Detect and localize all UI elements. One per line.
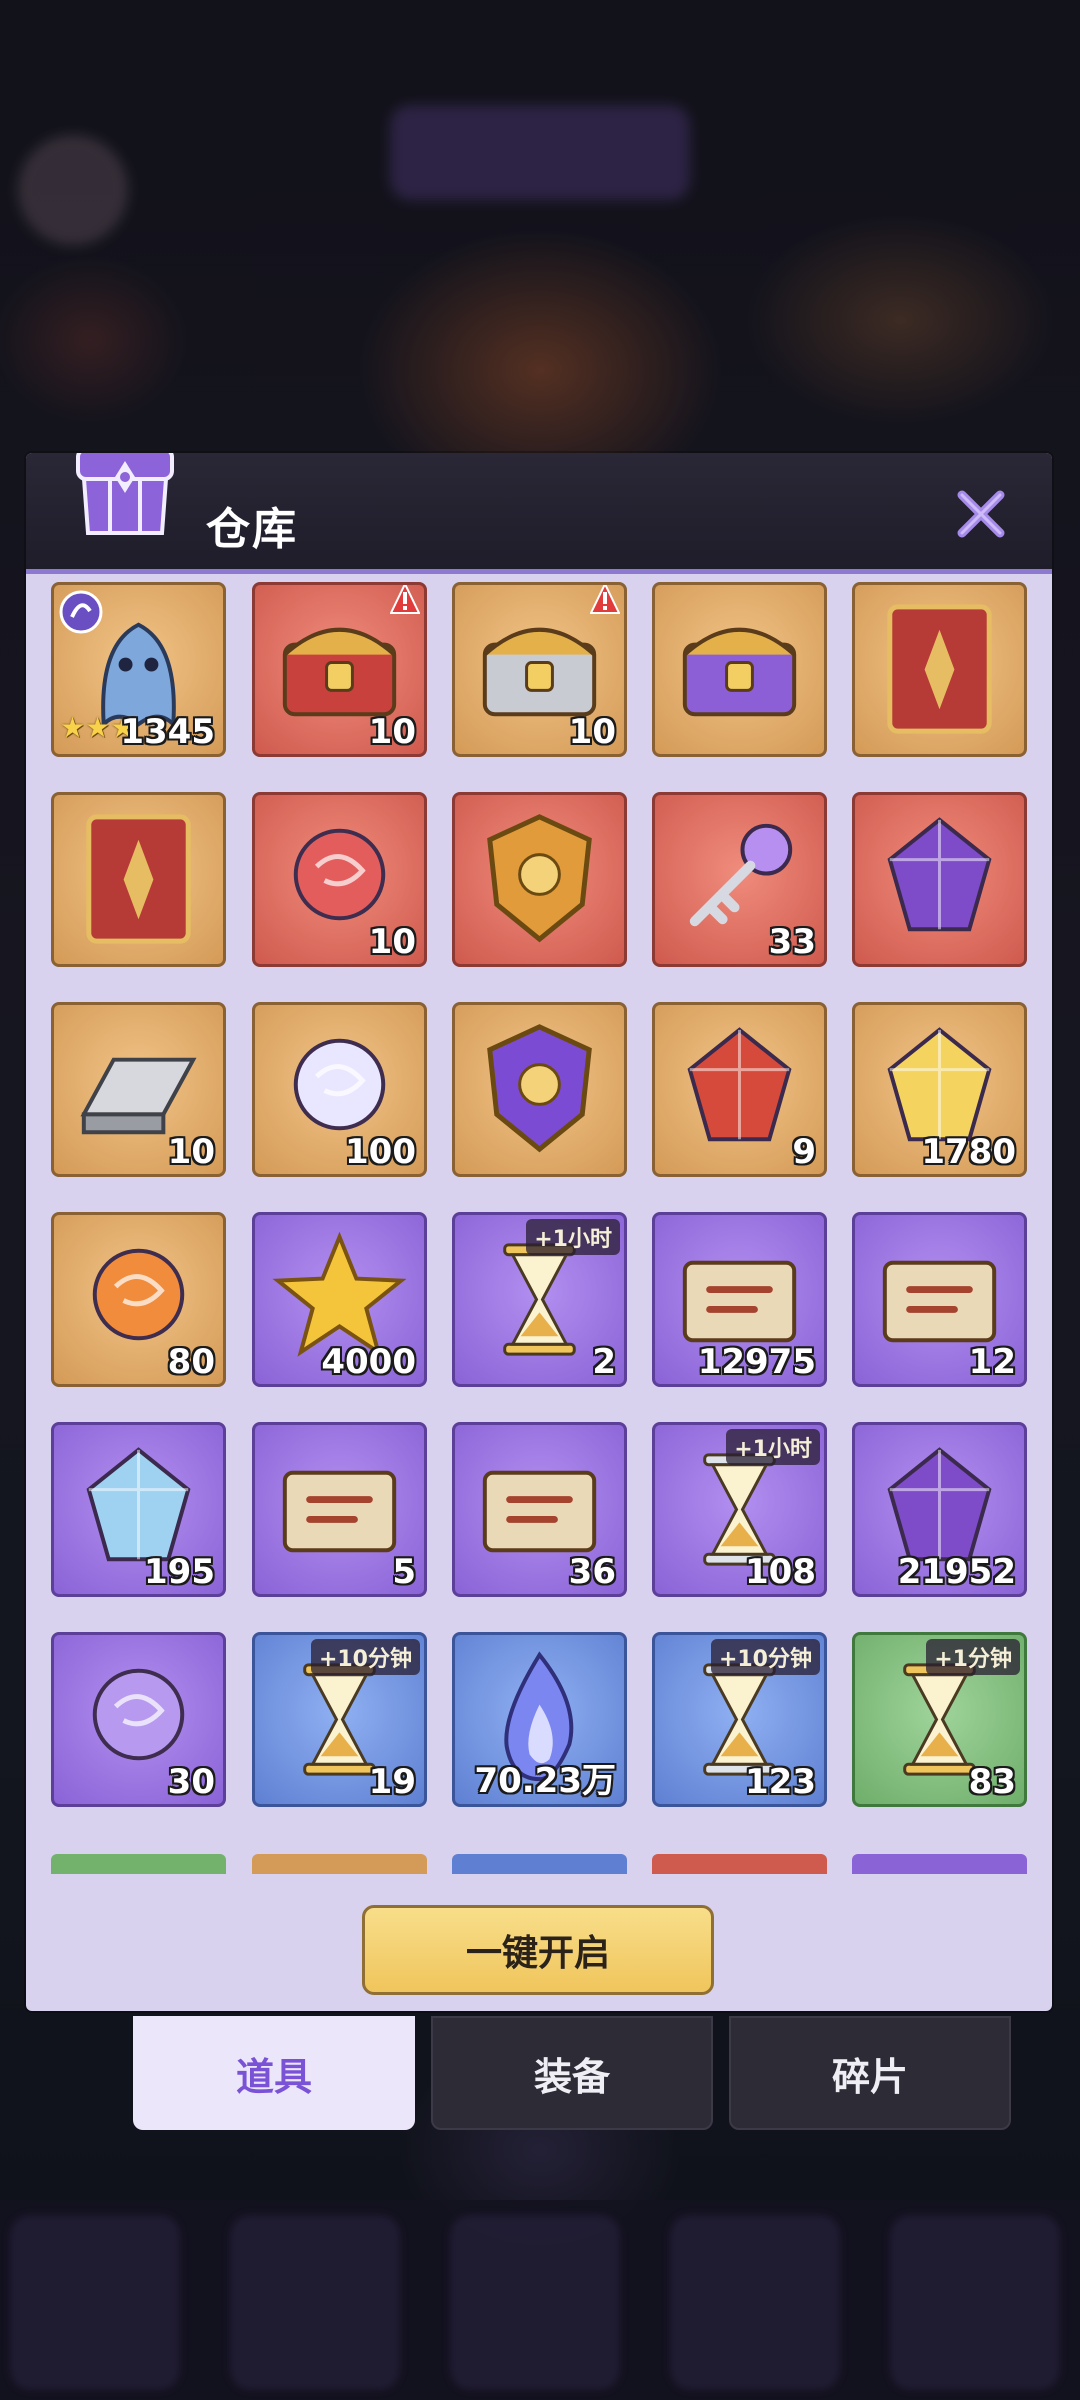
inventory-slot-partial[interactable] (452, 1854, 627, 1874)
exclamation-badge-icon (389, 585, 421, 617)
pet-type-badge-icon (58, 589, 104, 635)
item-quantity: 12 (968, 1342, 1016, 1382)
inventory-slot-partial[interactable] (252, 1854, 427, 1874)
item-quantity: 4000 (321, 1342, 416, 1382)
inventory-slot-ice-crystal[interactable]: 195 (51, 1422, 226, 1597)
item-grid[interactable]: ★★★ 1345 10 10 10 33 10 100 9 1780 80 40… (26, 574, 1052, 1874)
item-quantity: 100 (345, 1132, 416, 1172)
item-quantity: 5 (392, 1552, 416, 1592)
inventory-slot-gold-shield-emblem[interactable] (452, 792, 627, 967)
inventory-slot-gold-hourglass-1h[interactable]: +1小时 2 (452, 1212, 627, 1387)
inventory-slot-partial[interactable] (51, 1854, 226, 1874)
warehouse-panel: 仓库 ★★★ 1345 10 10 10 33 10 100 9 1780 80… (26, 453, 1052, 2011)
inventory-slot-silver-hourglass-10m[interactable]: +10分钟 123 (652, 1632, 827, 1807)
inventory-slot-rainbow-gem[interactable]: 1780 (852, 1002, 1027, 1177)
close-icon (957, 490, 1005, 538)
panel-header: 仓库 (26, 453, 1052, 574)
time-bonus-tag: +10分钟 (710, 1639, 820, 1675)
red-card-pack-timed-icon (887, 604, 992, 734)
galaxy-crystal-frame-icon (887, 817, 992, 932)
inventory-slot-partial[interactable] (852, 1854, 1027, 1874)
open-all-button[interactable]: 一键开启 (362, 1905, 714, 1995)
inventory-slot-gold-star[interactable]: 4000 (252, 1212, 427, 1387)
item-quantity: 70.23万 (474, 1761, 616, 1801)
item-quantity: 10 (368, 922, 416, 962)
exclamation-badge-icon (589, 585, 621, 617)
inventory-slot-red-card-pack-timed[interactable] (852, 582, 1027, 757)
inventory-slot-pearl-orb[interactable]: 100 (252, 1002, 427, 1177)
close-button[interactable] (946, 479, 1016, 549)
inventory-slot-silver-ingot[interactable]: 10 (51, 1002, 226, 1177)
item-quantity: 108 (745, 1552, 816, 1592)
time-bonus-tag: +10分钟 (310, 1639, 420, 1675)
inventory-slot-red-treasure-chest[interactable]: 10 (252, 582, 427, 757)
inventory-slot-paper-scroll[interactable]: 12 (852, 1212, 1027, 1387)
inventory-slot-gold-hourglass-10m[interactable]: +10分钟 19 (252, 1632, 427, 1807)
inventory-slot-silver-hourglass-1h[interactable]: +1小时 108 (652, 1422, 827, 1597)
inventory-slot-purple-swirl-orb[interactable]: 30 (51, 1632, 226, 1807)
time-bonus-tag: +1小时 (526, 1219, 620, 1255)
inventory-slot-blue-flame[interactable]: 70.23万 (452, 1632, 627, 1807)
inventory-slot-purple-eye-medallion[interactable] (452, 1002, 627, 1177)
inventory-slot-purple-rune-stone[interactable]: 21952 (852, 1422, 1027, 1597)
inventory-slot-purple-key[interactable]: 33 (652, 792, 827, 967)
tab-fragments[interactable]: 碎片 (729, 2016, 1011, 2130)
warehouse-chest-icon (70, 453, 180, 545)
item-quantity: 83 (968, 1762, 1016, 1802)
inventory-slot-sword-scroll[interactable]: 36 (452, 1422, 627, 1597)
inventory-slot-map-scroll[interactable]: 12975 (652, 1212, 827, 1387)
red-card-pack-timed-2-icon (86, 814, 191, 944)
item-quantity: 10 (568, 712, 616, 752)
inventory-slot-galaxy-crystal-frame[interactable] (852, 792, 1027, 967)
item-quantity: 33 (768, 922, 816, 962)
item-quantity: 9 (792, 1132, 816, 1172)
inventory-slot-gold-hourglass-1m[interactable]: +1分钟 83 (852, 1632, 1027, 1807)
inventory-slot-ticket[interactable]: 5 (252, 1422, 427, 1597)
panel-title: 仓库 (206, 504, 298, 555)
item-quantity: 1345 (120, 712, 215, 752)
item-quantity: 80 (167, 1342, 215, 1382)
inventory-slot-fire-orb[interactable]: 80 (51, 1212, 226, 1387)
item-quantity: 195 (144, 1552, 215, 1592)
item-quantity: 21952 (897, 1552, 1016, 1592)
inventory-slot-ghost-pet[interactable]: ★★★ 1345 (51, 582, 226, 757)
inventory-slot-silver-treasure-chest[interactable]: 10 (452, 582, 627, 757)
inventory-slot-partial[interactable] (652, 1854, 827, 1874)
item-quantity: 19 (368, 1762, 416, 1802)
tab-items[interactable]: 道具 (133, 2016, 415, 2130)
item-quantity: 36 (568, 1552, 616, 1592)
item-quantity: 30 (167, 1762, 215, 1802)
gold-shield-emblem-icon (487, 814, 592, 943)
purple-eye-medallion-icon (487, 1024, 592, 1153)
inventory-slot-purple-crest-chest[interactable] (652, 582, 827, 757)
time-bonus-tag: +1小时 (726, 1429, 820, 1465)
inventory-slot-red-card-pack-timed-2[interactable] (51, 792, 226, 967)
item-quantity: 12975 (697, 1342, 816, 1382)
item-quantity: 10 (167, 1132, 215, 1172)
item-quantity: 2 (592, 1342, 616, 1382)
inventory-slot-red-swirl-orb[interactable]: 10 (252, 792, 427, 967)
time-bonus-tag: +1分钟 (926, 1639, 1020, 1675)
item-quantity: 10 (368, 712, 416, 752)
inventory-slot-red-gem-crown[interactable]: 9 (652, 1002, 827, 1177)
tab-equipment[interactable]: 装备 (431, 2016, 713, 2130)
item-quantity: 1780 (921, 1132, 1016, 1172)
item-quantity: 123 (745, 1762, 816, 1802)
purple-crest-chest-icon (682, 627, 797, 717)
